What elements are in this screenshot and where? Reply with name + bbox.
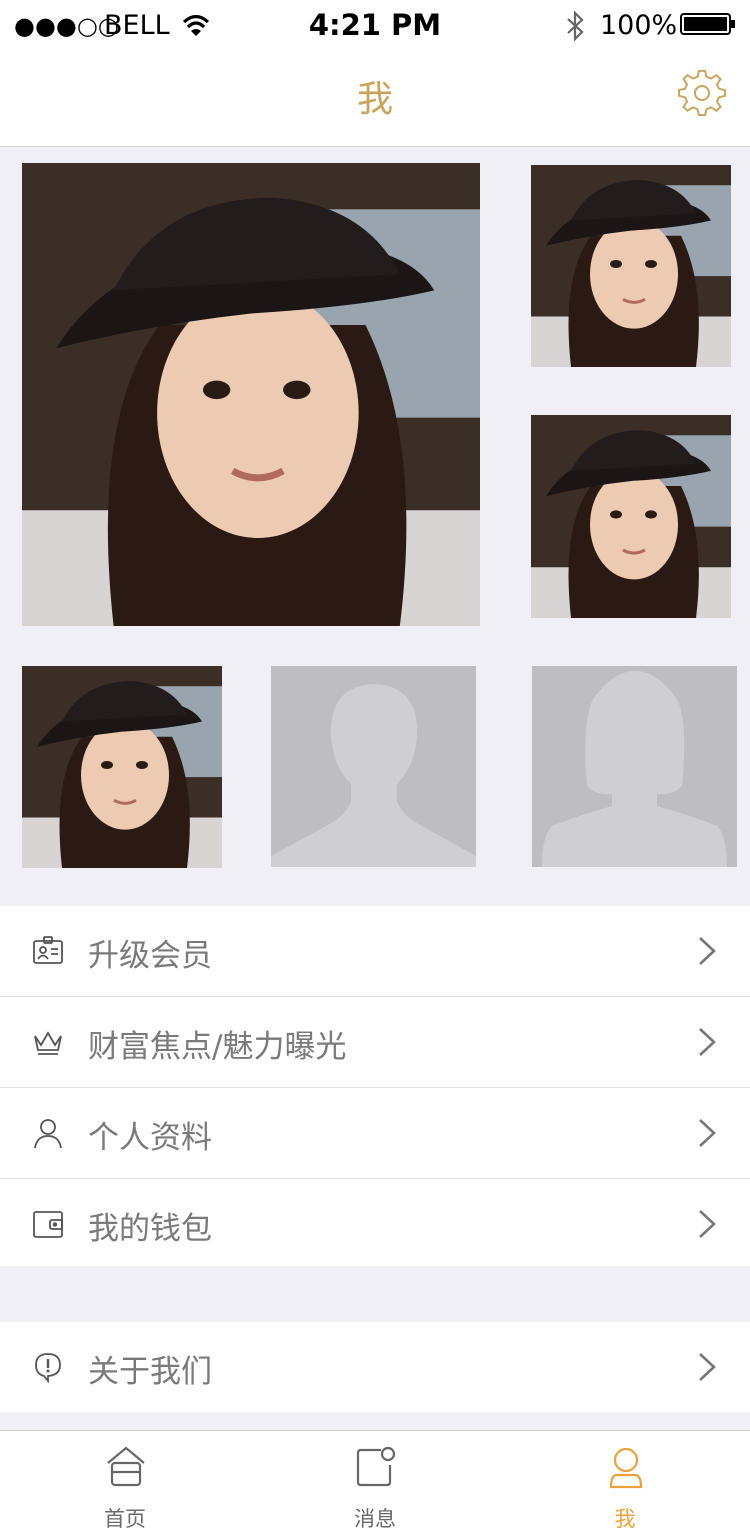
- tab-label: 消息: [354, 1507, 396, 1531]
- profile-photo[interactable]: [22, 666, 222, 868]
- tab-messages[interactable]: 消息: [250, 1431, 500, 1538]
- menu-item-label: 升级会员: [88, 938, 212, 974]
- photo-placeholder-male[interactable]: [271, 666, 476, 867]
- male-avatar-placeholder-icon: [271, 666, 476, 867]
- profile-photo[interactable]: [531, 415, 731, 618]
- menu-item-about-us[interactable]: 关于我们: [0, 1322, 750, 1412]
- person-icon: [34, 1119, 62, 1149]
- gear-icon[interactable]: [678, 70, 726, 118]
- battery-icon: [680, 13, 735, 35]
- crown-icon: [34, 1031, 62, 1055]
- bluetooth-icon: [567, 10, 584, 42]
- status-bar: ●●●○○ BELL 4:21 PM 100%: [0, 0, 750, 50]
- photo-portrait-icon: [531, 165, 731, 367]
- menu-group-about: 关于我们: [0, 1322, 750, 1412]
- photo-portrait-icon: [531, 415, 731, 618]
- page-title: 我: [356, 79, 393, 120]
- menu-item-label: 关于我们: [88, 1354, 212, 1390]
- profile-icon: [609, 1447, 643, 1489]
- photo-portrait-icon: [22, 163, 480, 626]
- menu-group-main: 升级会员 财富焦点/魅力曝光 个人资料 我的钱包: [0, 906, 750, 1266]
- female-avatar-placeholder-icon: [532, 666, 737, 867]
- profile-photo-main[interactable]: [22, 163, 480, 626]
- menu-item-label: 我的钱包: [88, 1211, 212, 1247]
- chevron-right-icon: [699, 1353, 716, 1381]
- chevron-right-icon: [699, 1028, 716, 1056]
- tab-label: 我: [614, 1507, 636, 1531]
- info-icon: [35, 1353, 61, 1383]
- photo-portrait-icon: [22, 666, 222, 868]
- nav-bar: 我: [0, 50, 750, 147]
- home-icon: [107, 1446, 145, 1487]
- menu-item-upgrade-membership[interactable]: 升级会员: [0, 906, 750, 997]
- chevron-right-icon: [699, 1210, 716, 1238]
- chevron-right-icon: [699, 937, 716, 965]
- battery-percentage: 100%: [600, 10, 678, 41]
- wallet-icon: [33, 1211, 63, 1238]
- menu-item-label: 个人资料: [88, 1120, 212, 1156]
- id-card-icon: [33, 936, 63, 964]
- message-icon: [356, 1446, 396, 1487]
- profile-photo[interactable]: [531, 165, 731, 367]
- tab-label: 首页: [104, 1507, 146, 1531]
- chevron-right-icon: [699, 1119, 716, 1147]
- menu-item-profile[interactable]: 个人资料: [0, 1088, 750, 1179]
- menu-item-wealth-spotlight[interactable]: 财富焦点/魅力曝光: [0, 997, 750, 1088]
- tab-me[interactable]: 我: [500, 1431, 750, 1538]
- tab-home[interactable]: 首页: [0, 1431, 250, 1538]
- menu-item-wallet[interactable]: 我的钱包: [0, 1179, 750, 1269]
- photo-placeholder-female[interactable]: [532, 666, 737, 867]
- menu-item-label: 财富焦点/魅力曝光: [88, 1029, 347, 1065]
- tab-bar: 首页 消息 我: [0, 1430, 750, 1538]
